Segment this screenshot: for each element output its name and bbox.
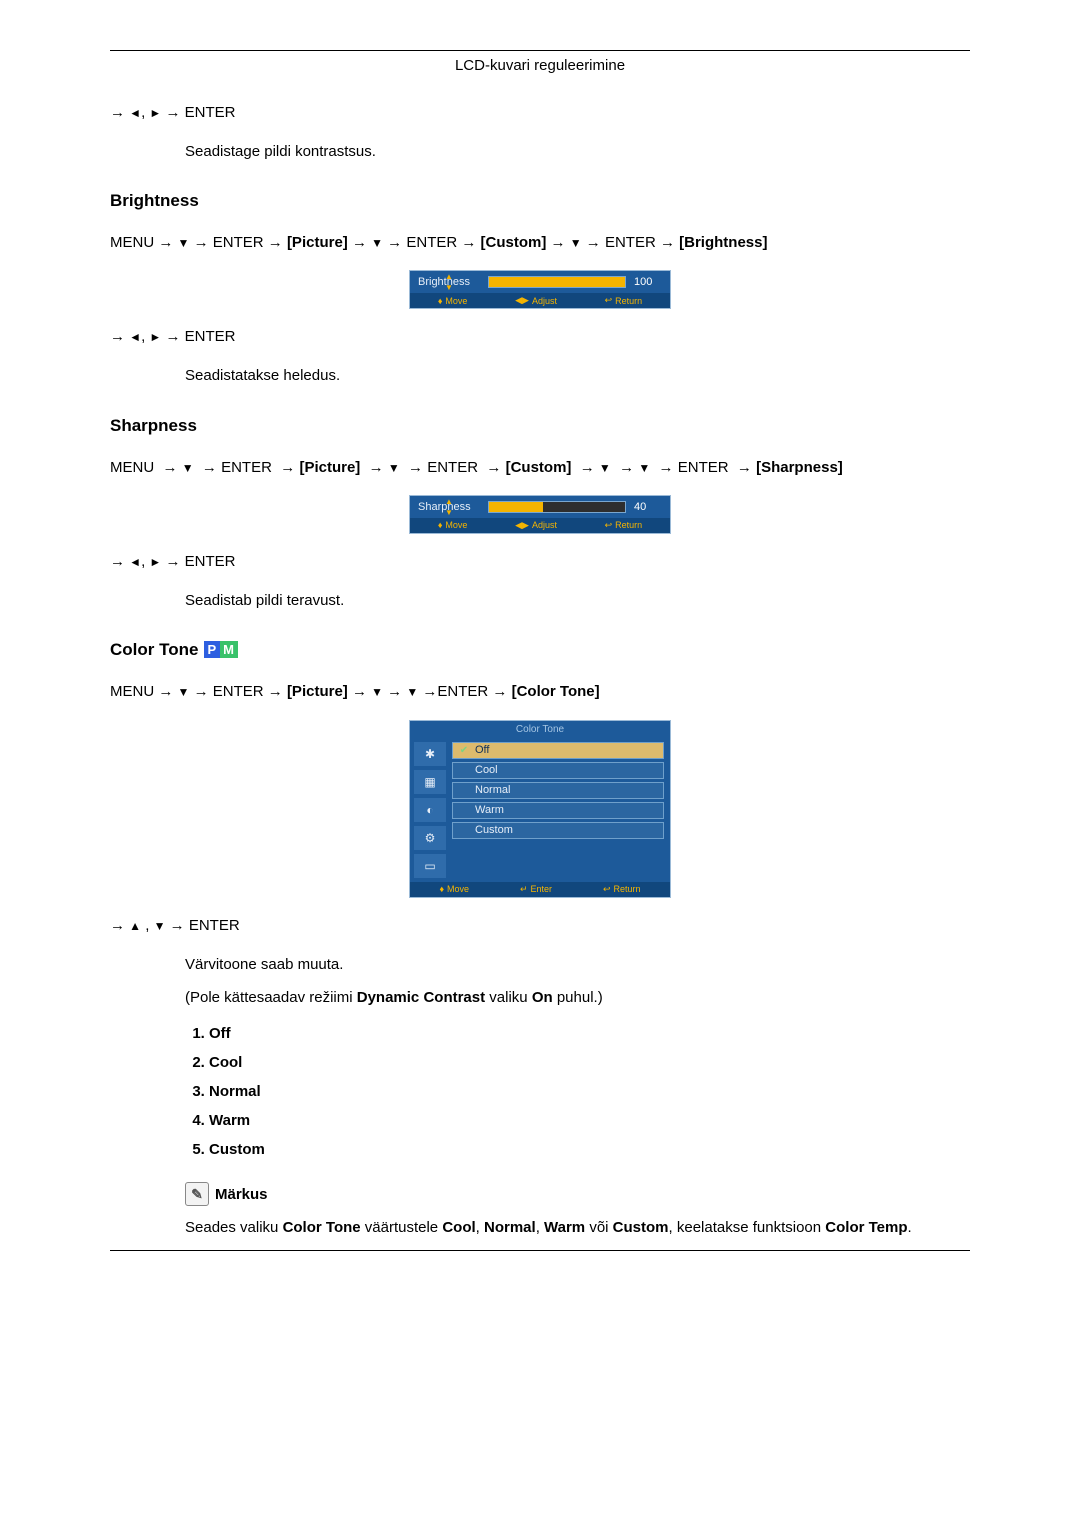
updown-icon: ♦ [439,884,444,894]
return-icon: ↩ [605,295,613,306]
down-caret-icon: ▼ [445,508,453,517]
colortone-desc: Värvitoone saab muuta. [185,953,970,976]
osd-tab-icon-2: ▦ [414,770,446,794]
right-arrow-icon: ► [149,555,161,569]
down-arrow-icon: ▼ [154,919,166,933]
left-arrow-icon: ◄ [129,330,141,344]
brightness-value: 100 [634,276,662,288]
leftright-icon: ◀▶ [515,520,529,531]
osd-tab-icon-4: ⚙ [414,826,446,850]
contrast-desc: Seadistage pildi kontrastsus. [185,140,970,163]
up-caret-icon: ▲ [445,272,453,281]
note-icon: ✎ [185,1182,209,1206]
osd-tab-icon-1: ✱ [414,742,446,766]
down-arrow-icon: ▼ [178,685,190,699]
down-arrow-icon: ▼ [371,685,383,699]
brightness-bar [488,276,626,288]
enter-label: ENTER [185,553,236,570]
return-icon: ↩ [603,884,611,895]
osd-tab-icon-3: ◐ [414,798,446,822]
sharpness-desc: Seadistab pildi teravust. [185,589,970,612]
osd-brightness-label: Brightness [418,276,470,288]
brightness-desc: Seadistatakse heledus. [185,364,970,387]
down-arrow-icon: ▼ [406,685,418,699]
right-arrow-icon: ► [149,330,161,344]
osd-ct-warm: Warm [452,802,664,819]
colortone-list: Off Cool Normal Warm Custom [185,1019,970,1164]
enter-icon: ↵ [520,884,528,895]
leftright-icon: ◀▶ [515,295,529,306]
ct-list-cool: Cool [209,1048,970,1077]
brightness-path: MENU → ▼ → ENTER → [Picture] → ▼ → ENTER… [110,229,970,256]
osd-ct-custom: Custom [452,822,664,839]
enter-label: ENTER [185,104,236,121]
down-arrow-icon: ▼ [182,461,194,475]
left-arrow-icon: ◄ [129,106,141,120]
down-arrow-icon: ▼ [388,461,400,475]
sharpness-bar [488,501,626,513]
up-arrow-icon: ▲ [129,919,141,933]
ct-list-off: Off [209,1019,970,1048]
down-arrow-icon: ▼ [638,461,650,475]
rule-top [110,50,970,51]
enter-label: ENTER [189,917,240,934]
note-heading: ✎ Märkus [185,1182,970,1206]
contrast-nav: → ◄, ► → ENTER [110,99,970,126]
return-icon: ↩ [605,520,613,531]
brightness-osd: ▲ Brightness ▼ 100 ♦Move ◀▶Adjust ↩Retur… [110,270,970,309]
check-icon: ✔ [459,745,469,756]
right-arrow-icon: ► [149,106,161,120]
sharpness-heading: Sharpness [110,416,970,436]
sharpness-osd: ▲ Sharpness ▼ 40 ♦Move ◀▶Adjust ↩Return [110,495,970,534]
ct-list-normal: Normal [209,1077,970,1106]
updown-icon: ♦ [438,520,443,530]
down-caret-icon: ▼ [445,283,453,292]
osd-ct-cool: Cool [452,762,664,779]
left-arrow-icon: ◄ [129,555,141,569]
sharpness-value: 40 [634,501,662,513]
down-arrow-icon: ▼ [178,236,190,250]
enter-label: ENTER [185,328,236,345]
osd-colortone-title: Color Tone [410,721,670,738]
down-arrow-icon: ▼ [570,236,582,250]
ct-list-warm: Warm [209,1106,970,1135]
osd-tab-icon-5: ▭ [414,854,446,878]
rule-bottom [110,1250,970,1251]
page: LCD-kuvari reguleerimine → ◄, ► → ENTER … [0,0,1080,1311]
ct-list-custom: Custom [209,1135,970,1164]
colortone-desc2: (Pole kättesaadav režiimi Dynamic Contra… [185,986,970,1009]
colortone-path: MENU → ▼ → ENTER → [Picture] → ▼ → ▼ →EN… [110,678,970,705]
pm-badge-icon: PM [204,641,238,658]
osd-ct-off: ✔Off [452,742,664,759]
sharpness-nav: → ◄, ► → ENTER [110,548,970,575]
updown-icon: ♦ [438,296,443,306]
up-caret-icon: ▲ [445,497,453,506]
note-body: Seades valiku Color Tone väärtustele Coo… [185,1216,970,1239]
down-arrow-icon: ▼ [371,236,383,250]
brightness-nav: → ◄, ► → ENTER [110,323,970,350]
brightness-heading: Brightness [110,191,970,211]
sharpness-path: MENU → ▼ → ENTER → [Picture] → ▼ → ENTER… [110,454,970,481]
colortone-heading: Color Tone PM [110,640,970,660]
osd-ct-normal: Normal [452,782,664,799]
colortone-nav: → ▲ , ▼ → ENTER [110,912,970,939]
header-title: LCD-kuvari reguleerimine [110,57,970,74]
colortone-osd: Color Tone ✱ ▦ ◐ ⚙ ▭ ✔Off Cool Normal Wa… [110,719,970,898]
down-arrow-icon: ▼ [599,461,611,475]
